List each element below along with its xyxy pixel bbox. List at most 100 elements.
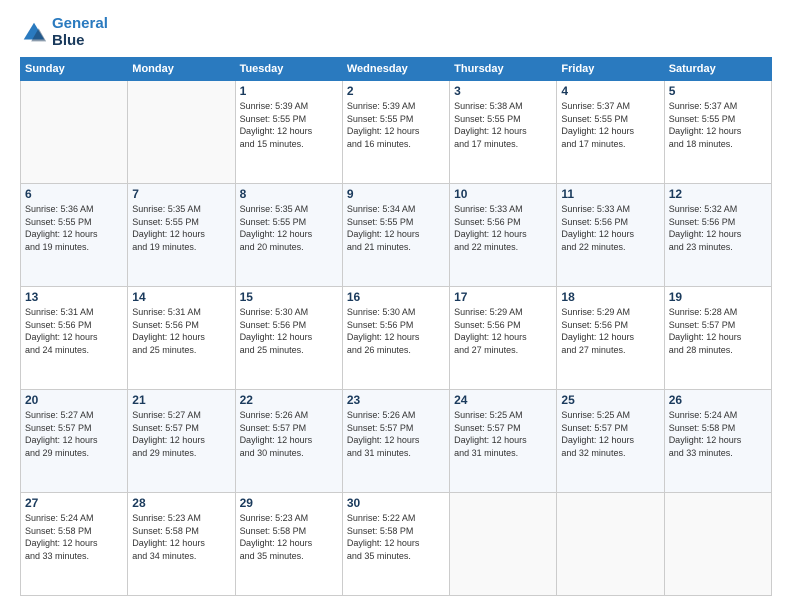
weekday-header-monday: Monday (128, 58, 235, 81)
day-cell: 13 Sunrise: 5:31 AM Sunset: 5:56 PM Dayli… (21, 287, 128, 390)
week-row-1: 1 Sunrise: 5:39 AM Sunset: 5:55 PM Daylig… (21, 81, 772, 184)
day-cell: 2Sunrise: 5:39 AM Sunset: 5:55 PM Daylig… (342, 81, 449, 184)
day-cell: 29 Sunrise: 5:23 AM Sunset: 5:58 PM Dayli… (235, 493, 342, 596)
day-info: Sunrise: 5:37 AM Sunset: 5:55 PM Dayligh… (669, 100, 767, 150)
day-number: 23 (347, 393, 445, 407)
day-number: 1 (240, 84, 338, 98)
day-number: 18 (561, 290, 659, 304)
day-number: 22 (240, 393, 338, 407)
day-number: 13 (25, 290, 123, 304)
day-number: 19 (669, 290, 767, 304)
day-info: Sunrise: 5:24 AM Sunset: 5:58 PM Dayligh… (25, 512, 123, 562)
day-info: Sunrise: 5:26 AM Sunset: 5:57 PM Dayligh… (240, 409, 338, 459)
day-info: Sunrise: 5:36 AM Sunset: 5:55 PM Dayligh… (25, 203, 123, 253)
day-cell: 20Sunrise: 5:27 AM Sunset: 5:57 PM Dayli… (21, 390, 128, 493)
day-number: 8 (240, 187, 338, 201)
day-info: Sunrise: 5:35 AM Sunset: 5:55 PM Dayligh… (132, 203, 230, 253)
week-row-3: 13 Sunrise: 5:31 AM Sunset: 5:56 PM Dayli… (21, 287, 772, 390)
day-number: 21 (132, 393, 230, 407)
day-cell (21, 81, 128, 184)
day-info: Sunrise: 5:23 AM Sunset: 5:58 PM Dayligh… (132, 512, 230, 562)
day-number: 20 (25, 393, 123, 407)
day-number: 7 (132, 187, 230, 201)
day-cell: 15 Sunrise: 5:30 AM Sunset: 5:56 PM Dayli… (235, 287, 342, 390)
day-info: Sunrise: 5:32 AM Sunset: 5:56 PM Dayligh… (669, 203, 767, 253)
day-cell: 16Sunrise: 5:30 AM Sunset: 5:56 PM Dayli… (342, 287, 449, 390)
day-cell: 17 Sunrise: 5:29 AM Sunset: 5:56 PM Dayli… (450, 287, 557, 390)
day-info: Sunrise: 5:31 AM Sunset: 5:56 PM Dayligh… (132, 306, 230, 356)
day-info: Sunrise: 5:23 AM Sunset: 5:58 PM Dayligh… (240, 512, 338, 562)
day-cell: 7 Sunrise: 5:35 AM Sunset: 5:55 PM Daylig… (128, 184, 235, 287)
weekday-header-saturday: Saturday (664, 58, 771, 81)
day-cell: 21 Sunrise: 5:27 AM Sunset: 5:57 PM Dayli… (128, 390, 235, 493)
logo: General Blue (20, 16, 108, 49)
day-cell: 8 Sunrise: 5:35 AM Sunset: 5:55 PM Daylig… (235, 184, 342, 287)
weekday-header-friday: Friday (557, 58, 664, 81)
logo-icon (20, 19, 48, 47)
day-info: Sunrise: 5:38 AM Sunset: 5:55 PM Dayligh… (454, 100, 552, 150)
day-info: Sunrise: 5:31 AM Sunset: 5:56 PM Dayligh… (25, 306, 123, 356)
day-number: 29 (240, 496, 338, 510)
day-info: Sunrise: 5:29 AM Sunset: 5:56 PM Dayligh… (454, 306, 552, 356)
day-cell: 5 Sunrise: 5:37 AM Sunset: 5:55 PM Daylig… (664, 81, 771, 184)
day-cell: 6 Sunrise: 5:36 AM Sunset: 5:55 PM Daylig… (21, 184, 128, 287)
day-cell: 10 Sunrise: 5:33 AM Sunset: 5:56 PM Dayli… (450, 184, 557, 287)
day-cell: 23 Sunrise: 5:26 AM Sunset: 5:57 PM Dayli… (342, 390, 449, 493)
day-number: 12 (669, 187, 767, 201)
day-cell: 12 Sunrise: 5:32 AM Sunset: 5:56 PM Dayli… (664, 184, 771, 287)
logo-text: General Blue (52, 16, 108, 49)
week-row-2: 6 Sunrise: 5:36 AM Sunset: 5:55 PM Daylig… (21, 184, 772, 287)
day-info: Sunrise: 5:26 AM Sunset: 5:57 PM Dayligh… (347, 409, 445, 459)
day-info: Sunrise: 5:39 AM Sunset: 5:55 PM Dayligh… (240, 100, 338, 150)
day-info: Sunrise: 5:33 AM Sunset: 5:56 PM Dayligh… (561, 203, 659, 253)
day-number: 28 (132, 496, 230, 510)
day-cell: 9Sunrise: 5:34 AM Sunset: 5:55 PM Daylig… (342, 184, 449, 287)
day-info: Sunrise: 5:25 AM Sunset: 5:57 PM Dayligh… (561, 409, 659, 459)
day-cell: 24Sunrise: 5:25 AM Sunset: 5:57 PM Dayli… (450, 390, 557, 493)
header: General Blue (20, 16, 772, 49)
day-number: 14 (132, 290, 230, 304)
day-number: 17 (454, 290, 552, 304)
day-number: 26 (669, 393, 767, 407)
day-info: Sunrise: 5:24 AM Sunset: 5:58 PM Dayligh… (669, 409, 767, 459)
day-info: Sunrise: 5:28 AM Sunset: 5:57 PM Dayligh… (669, 306, 767, 356)
day-info: Sunrise: 5:35 AM Sunset: 5:55 PM Dayligh… (240, 203, 338, 253)
day-number: 10 (454, 187, 552, 201)
day-cell: 19 Sunrise: 5:28 AM Sunset: 5:57 PM Dayli… (664, 287, 771, 390)
day-cell: 4 Sunrise: 5:37 AM Sunset: 5:55 PM Daylig… (557, 81, 664, 184)
day-number: 3 (454, 84, 552, 98)
day-cell (664, 493, 771, 596)
day-info: Sunrise: 5:22 AM Sunset: 5:58 PM Dayligh… (347, 512, 445, 562)
day-number: 5 (669, 84, 767, 98)
day-cell: 25 Sunrise: 5:25 AM Sunset: 5:57 PM Dayli… (557, 390, 664, 493)
day-number: 2 (347, 84, 445, 98)
day-number: 11 (561, 187, 659, 201)
weekday-header-row: SundayMondayTuesdayWednesdayThursdayFrid… (21, 58, 772, 81)
day-number: 25 (561, 393, 659, 407)
day-number: 4 (561, 84, 659, 98)
week-row-5: 27 Sunrise: 5:24 AM Sunset: 5:58 PM Dayli… (21, 493, 772, 596)
day-number: 30 (347, 496, 445, 510)
page: General Blue SundayMondayTuesdayWednesda… (0, 0, 792, 612)
day-cell (450, 493, 557, 596)
week-row-4: 20 Sunrise: 5:27 AM Sunset: 5:57 PM Dayli… (21, 390, 772, 493)
day-cell: 14 Sunrise: 5:31 AM Sunset: 5:56 PM Dayli… (128, 287, 235, 390)
day-info: Sunrise: 5:27 AM Sunset: 5:57 PM Dayligh… (132, 409, 230, 459)
day-cell: 22 Sunrise: 5:26 AM Sunset: 5:57 PM Dayli… (235, 390, 342, 493)
day-info: Sunrise: 5:30 AM Sunset: 5:56 PM Dayligh… (240, 306, 338, 356)
calendar: SundayMondayTuesdayWednesdayThursdayFrid… (20, 57, 772, 596)
day-number: 15 (240, 290, 338, 304)
day-number: 6 (25, 187, 123, 201)
day-cell: 30 Sunrise: 5:22 AM Sunset: 5:58 PM Dayli… (342, 493, 449, 596)
day-number: 27 (25, 496, 123, 510)
day-cell: 27 Sunrise: 5:24 AM Sunset: 5:58 PM Dayli… (21, 493, 128, 596)
day-number: 24 (454, 393, 552, 407)
day-info: Sunrise: 5:30 AM Sunset: 5:56 PM Dayligh… (347, 306, 445, 356)
day-info: Sunrise: 5:37 AM Sunset: 5:55 PM Dayligh… (561, 100, 659, 150)
day-number: 9 (347, 187, 445, 201)
day-info: Sunrise: 5:33 AM Sunset: 5:56 PM Dayligh… (454, 203, 552, 253)
day-cell: 28 Sunrise: 5:23 AM Sunset: 5:58 PM Dayli… (128, 493, 235, 596)
day-cell (128, 81, 235, 184)
weekday-header-sunday: Sunday (21, 58, 128, 81)
weekday-header-wednesday: Wednesday (342, 58, 449, 81)
